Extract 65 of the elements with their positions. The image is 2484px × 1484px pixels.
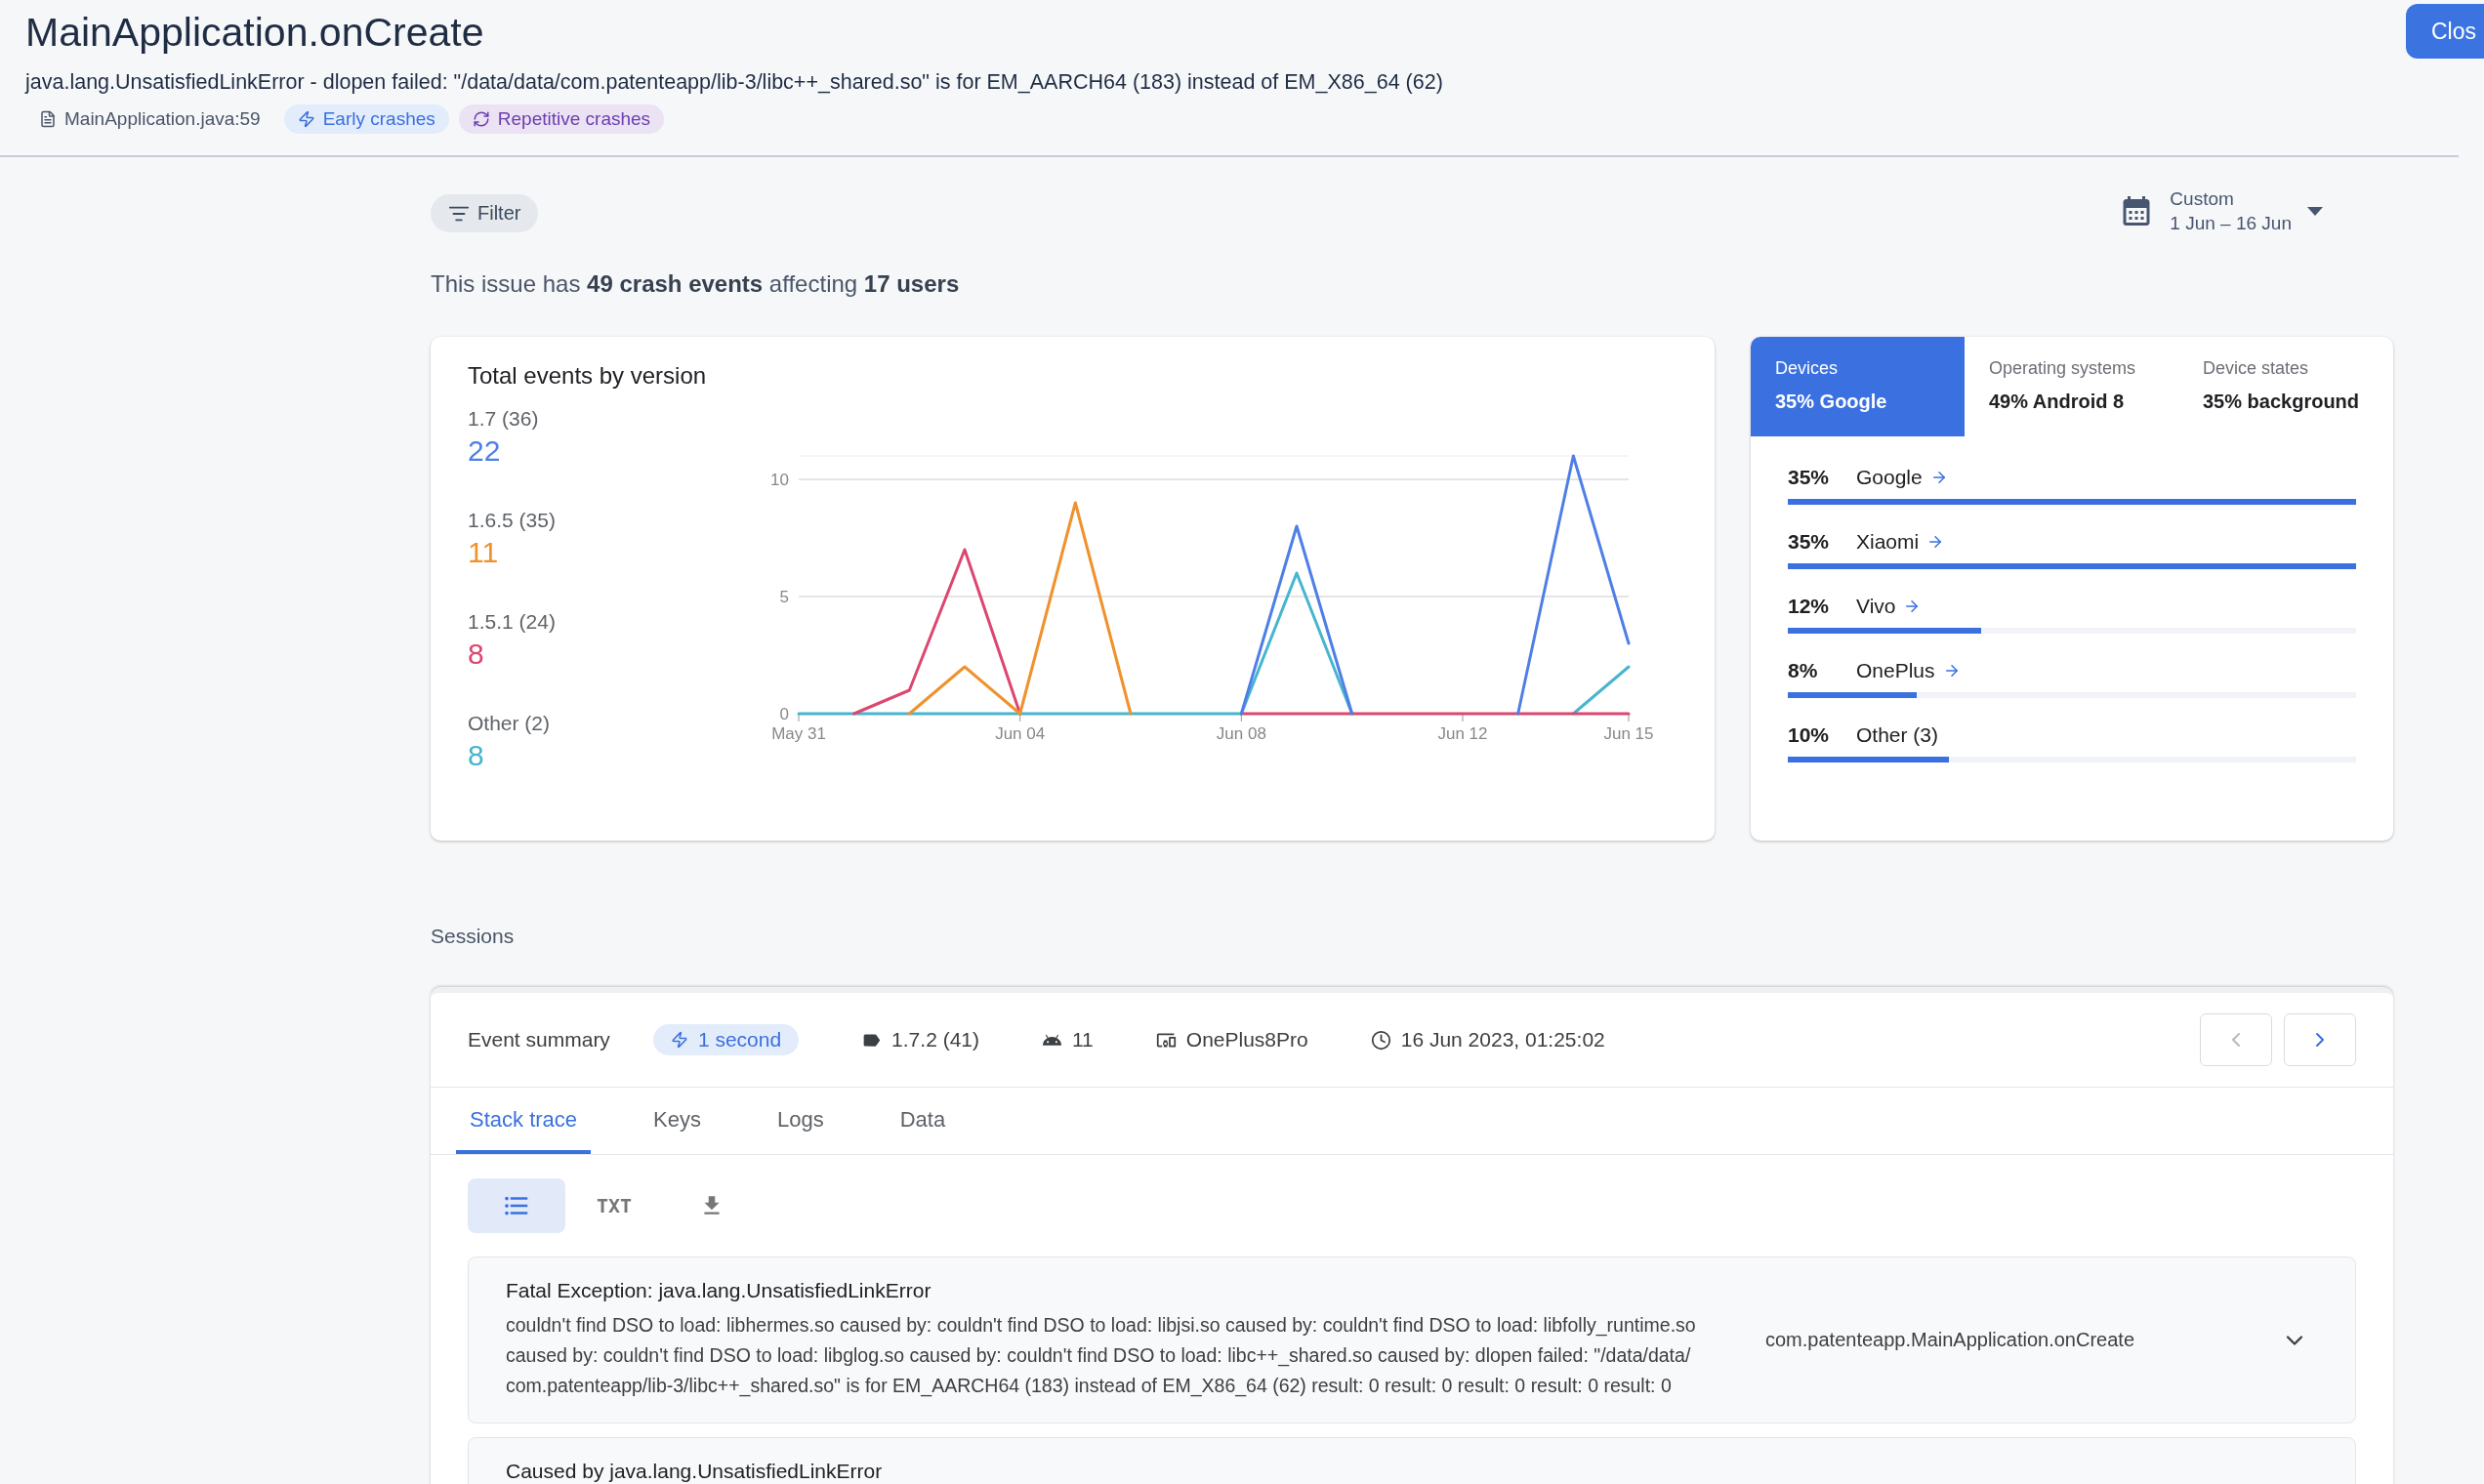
axis-tick-label: Jun 04: [995, 724, 1046, 743]
clock-icon: [1370, 1029, 1391, 1051]
file-link[interactable]: MainApplication.java:59: [25, 104, 274, 134]
legend-value: 8: [468, 739, 485, 772]
bolt-icon: [297, 110, 315, 128]
breakdown-tab[interactable]: Devices 35% Google: [1751, 337, 1965, 436]
breakdown-tab[interactable]: Device states 35% background: [2178, 337, 2392, 436]
date-range-value: 1 Jun – 16 Jun: [2170, 212, 2292, 235]
share-percent: 8%: [1788, 659, 1819, 682]
frame-location: com.patenteapp.MainApplication.onCreate: [1765, 1329, 2136, 1351]
section-label: Sessions: [431, 925, 516, 948]
legend-label: 1.6.5 (35): [468, 509, 557, 532]
duration-chip: 1 second: [652, 1024, 800, 1055]
event-fact: OnePlus8Pro: [1185, 1028, 1308, 1051]
session-tab[interactable]: Logs: [763, 1088, 838, 1154]
file-icon: [39, 110, 57, 128]
legend-value: 11: [468, 536, 500, 569]
dropdown-icon: [2307, 206, 2323, 216]
repeat-icon: [472, 110, 490, 128]
legend-value: 8: [468, 638, 485, 671]
legend-value: 22: [468, 434, 502, 468]
axis-tick-label: May 31: [771, 724, 826, 743]
event-fact: 11: [1072, 1028, 1094, 1051]
exception-title: Fatal Exception: java.lang.UnsatisfiedLinkError: [506, 1279, 932, 1302]
axis-tick-label: 0: [779, 705, 789, 723]
filter-button[interactable]: Filter: [431, 194, 539, 232]
axis-tick-label: 10: [770, 471, 789, 489]
legend-label: Other (2): [468, 712, 552, 735]
session-tab[interactable]: Data: [886, 1088, 960, 1154]
close-button[interactable]: Clos: [2406, 4, 2484, 59]
device-name: Other (3): [1856, 723, 1939, 747]
breakdown-tab[interactable]: Operating systems 49% Android 8: [1965, 337, 2178, 436]
device-link[interactable]: Xiaomi: [1856, 530, 1945, 554]
error-message: java.lang.UnsatisfiedLinkError - dlopen failed: "/data/data/com.patenteapp/lib-3/libc++_shared.so" is for EM_AARCH64 (183) instead of EM_X86_64 (62): [25, 70, 1443, 95]
event-fact: 16 Jun 2023, 01:25:02: [1400, 1028, 1605, 1051]
device-link[interactable]: Vivo: [1856, 595, 1922, 618]
exception-title: Caused by java.lang.UnsatisfiedLinkError: [506, 1460, 884, 1483]
issue-tag: Repetitive crashes: [458, 104, 665, 134]
issue-tag: Early crashes: [283, 104, 449, 134]
share-percent: 10%: [1788, 723, 1831, 747]
view-toggle[interactable]: TXT: [565, 1178, 663, 1233]
issue-title: MainApplication.onCreate: [25, 9, 484, 57]
event-summary-label: Event summary: [468, 1028, 610, 1051]
session-tab[interactable]: Stack trace: [456, 1088, 592, 1154]
axis-tick-label: 5: [779, 588, 789, 606]
device-link[interactable]: Google: [1856, 466, 1948, 489]
session-tab[interactable]: Keys: [640, 1088, 715, 1154]
axis-tick-label: Jun 15: [1603, 724, 1654, 743]
date-range-select[interactable]: Custom 1 Jun – 16 Jun: [2119, 186, 2323, 235]
chart-title: Total events by version: [468, 362, 708, 390]
legend-label: 1.7 (36): [468, 407, 540, 431]
axis-tick-label: Jun 12: [1437, 724, 1488, 743]
share-percent: 12%: [1788, 595, 1831, 618]
next-button[interactable]: [2284, 1013, 2356, 1066]
bolt-icon: [670, 1031, 688, 1049]
date-range-label: Custom: [2170, 187, 2235, 211]
exception-message: couldn't find DSO to load: libhermes.so caused by: couldn't find DSO to load: libjsi.so caused by: couldn't find DSO to load: libfolly_runtime.so caused by: couldn't find DSO to load: libglog.so caused by: couldn't find DSO to load: libc++_shared.so caused by: dlopen failed: "/data/data/ com.patenteapp/lib-3/libc++_shared.so" is for EM_AARCH64 (183) instead of EM_X86_64 (62) result: 0 result: 0 result: 0 result: 0 result: 0: [506, 1313, 1697, 1399]
issue-summary: This issue has 49 crash events affecting 17 users: [431, 270, 961, 298]
event-fact: 1.7.2 (41): [891, 1028, 979, 1051]
view-toggle[interactable]: [468, 1178, 565, 1233]
device-link[interactable]: OnePlus: [1856, 659, 1961, 682]
share-percent: 35%: [1788, 466, 1831, 489]
share-percent: 35%: [1788, 530, 1831, 554]
legend-label: 1.5.1 (24): [468, 610, 557, 634]
axis-tick-label: Jun 08: [1216, 724, 1266, 743]
